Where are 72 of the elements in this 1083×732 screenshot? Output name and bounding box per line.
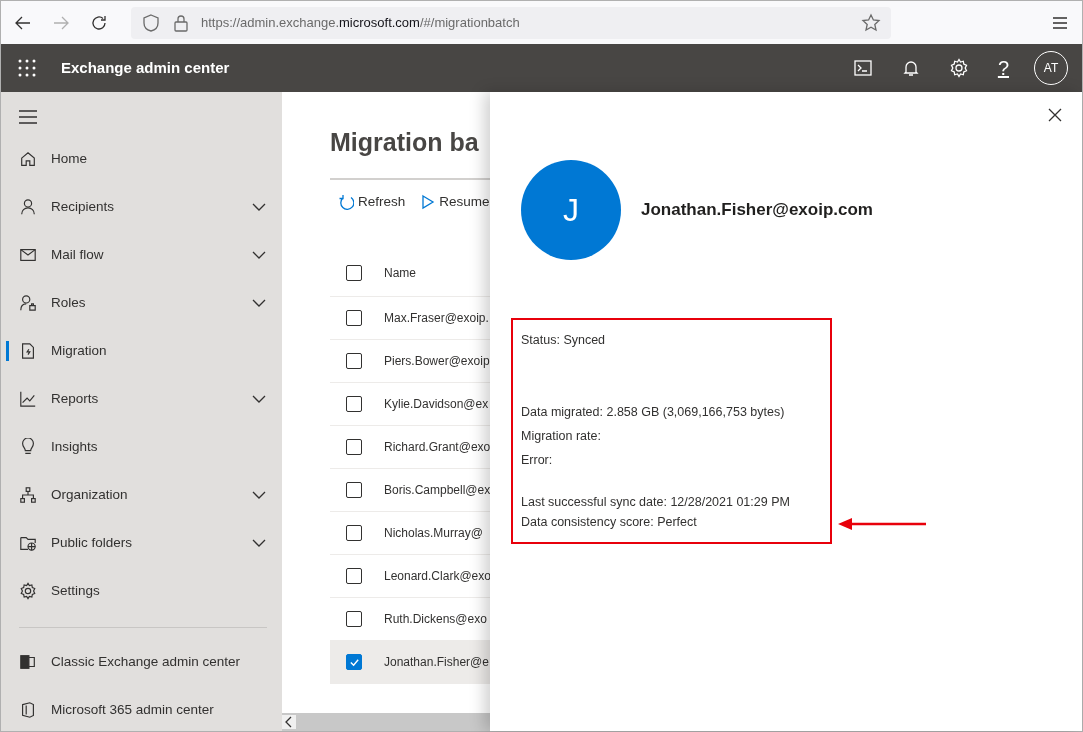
url-text: https://admin.exchange.microsoft.com/#/migrationbatch <box>201 13 520 32</box>
chevron-left-icon[interactable] <box>282 715 296 729</box>
checkbox[interactable] <box>346 482 362 499</box>
lock-icon <box>171 12 191 33</box>
sidebar-item[interactable]: Public folders <box>1 519 282 567</box>
checkbox[interactable] <box>346 353 362 370</box>
app-title: Exchange admin center <box>61 57 230 78</box>
sidebar-item[interactable]: Roles <box>1 279 282 327</box>
person-icon <box>19 198 37 216</box>
sidebar-item[interactable]: Mail flow <box>1 231 282 279</box>
person-lock-icon <box>19 294 37 312</box>
address-field[interactable]: https://admin.exchange.microsoft.com/#/migrationbatch <box>131 6 891 39</box>
chart-icon <box>19 390 37 408</box>
folder-globe-icon <box>19 534 37 552</box>
page-title: Migration ba <box>330 127 480 157</box>
sidebar-item[interactable]: Insights <box>1 423 282 471</box>
lightbulb-icon <box>19 438 37 456</box>
hierarchy-icon <box>19 486 37 504</box>
detail-text: Last successful sync date: 12/28/2021 01:29 PM <box>521 494 791 511</box>
sidebar-link[interactable]: Classic Exchange admin center <box>1 638 282 686</box>
user-name: Jonathan.Fisher@exoip.com <box>641 199 873 222</box>
avatar: J <box>521 160 621 260</box>
office-logo-icon <box>19 701 37 719</box>
checkbox[interactable] <box>346 265 362 282</box>
help-button[interactable]: ? <box>996 57 1010 79</box>
table-cell-text: Piers.Bower@exoip <box>384 353 490 371</box>
checkbox[interactable] <box>346 439 362 456</box>
home-icon <box>19 150 37 168</box>
exchange-logo-icon <box>19 653 37 671</box>
column-header[interactable]: Name <box>384 264 416 283</box>
detail-text: Data migrated: 2.858 GB (3,069,166,753 bytes) <box>521 404 786 421</box>
detail-text: Data consistency score: Perfect <box>521 514 698 531</box>
checkbox[interactable] <box>346 611 362 628</box>
sidebar-item[interactable]: Recipients <box>1 183 282 231</box>
table-cell-text: Max.Fraser@exoip. <box>384 310 489 328</box>
table-cell-text: Ruth.Dickens@exo <box>384 611 487 629</box>
envelope-icon <box>19 246 37 264</box>
checkbox[interactable] <box>346 654 362 671</box>
shield-icon <box>141 12 161 33</box>
sidebar-item[interactable]: Migration <box>1 327 282 375</box>
sidebar-item[interactable]: Home <box>1 135 282 183</box>
table-cell-text: Richard.Grant@exo <box>384 439 491 457</box>
star-icon[interactable] <box>861 12 881 33</box>
checkmark-icon <box>348 656 360 668</box>
detail-text: Status: Synced <box>521 332 607 349</box>
close-icon[interactable] <box>1048 108 1062 122</box>
document-icon <box>19 342 37 360</box>
toolbar-button[interactable]: Refresh <box>338 192 406 213</box>
toolbar-button[interactable]: Resume <box>419 192 490 213</box>
checkbox[interactable] <box>346 568 362 585</box>
settings-icon <box>19 582 37 600</box>
checkbox[interactable] <box>346 310 362 327</box>
checkbox[interactable] <box>346 396 362 413</box>
refresh-icon <box>338 194 354 211</box>
sidebar-link[interactable]: Microsoft 365 admin center <box>1 686 282 732</box>
horizontal-scrollbar[interactable] <box>282 713 490 731</box>
sidebar-item[interactable]: Settings <box>1 567 282 615</box>
sidebar-item[interactable]: Organization <box>1 471 282 519</box>
table-cell-text: Boris.Campbell@ex <box>384 482 491 500</box>
terminal-icon[interactable] <box>852 58 873 78</box>
app-launcher-icon[interactable] <box>17 58 37 78</box>
checkbox[interactable] <box>346 525 362 542</box>
sidebar-item[interactable]: Reports <box>1 375 282 423</box>
table-cell-text: Kylie.Davidson@ex <box>384 396 489 414</box>
settings-icon[interactable] <box>948 58 969 78</box>
detail-text: Error: <box>521 452 554 469</box>
detail-text: Migration rate: <box>521 428 602 445</box>
table-cell-text: Nicholas.Murray@ <box>384 525 483 543</box>
table-cell-text: Leonard.Clark@exo <box>384 568 491 586</box>
play-icon <box>419 194 436 211</box>
table-cell-text: Jonathan.Fisher@e <box>384 654 489 672</box>
menu-icon[interactable] <box>19 110 37 124</box>
